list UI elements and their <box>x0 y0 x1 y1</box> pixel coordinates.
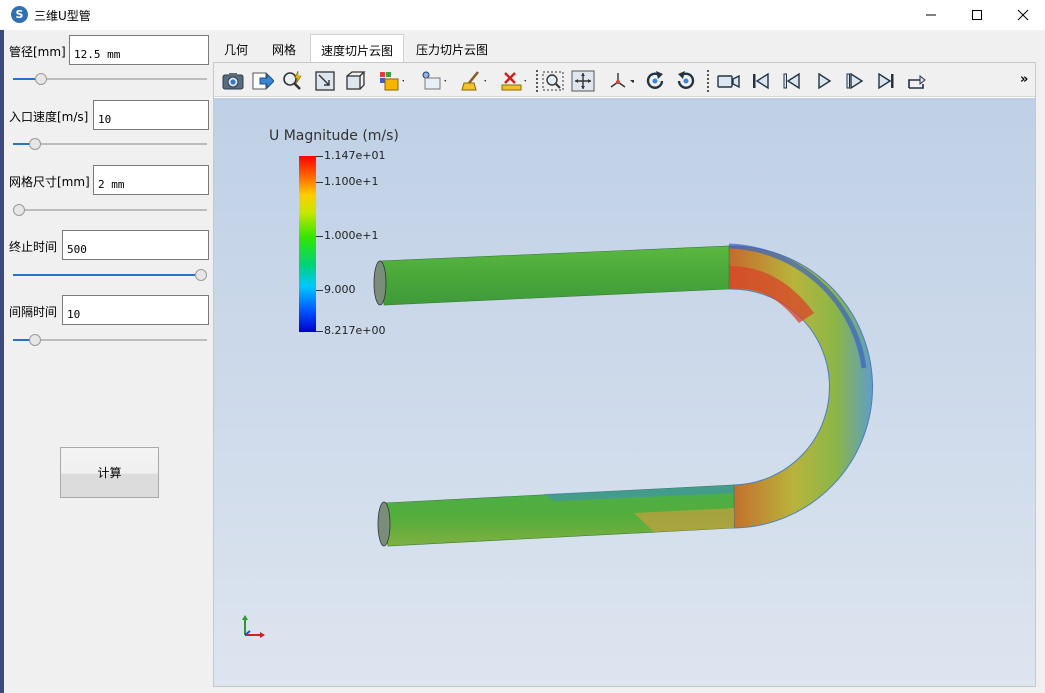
video-icon <box>717 74 740 89</box>
slice-button[interactable] <box>420 68 446 94</box>
slider-track <box>13 143 207 145</box>
slider-track <box>13 209 207 211</box>
export-icon <box>252 72 274 90</box>
recenter-icon <box>571 70 595 92</box>
previous-frame-button[interactable] <box>779 68 805 94</box>
next-frame-button[interactable] <box>842 68 868 94</box>
orientation-axes-icon <box>242 615 265 638</box>
slice-icon <box>422 71 446 90</box>
recenter-button[interactable] <box>570 68 596 94</box>
toolbar-separator <box>707 70 709 92</box>
last-frame-button[interactable] <box>873 68 899 94</box>
loop-button[interactable] <box>904 68 930 94</box>
slider-thumb[interactable] <box>13 204 25 216</box>
end-time-input[interactable] <box>62 230 209 260</box>
ruler-button[interactable] <box>500 68 526 94</box>
slider-track <box>13 339 207 341</box>
inlet-velocity-label: 入口速度[m/s] <box>9 110 89 124</box>
rotate-cw-button[interactable] <box>643 68 669 94</box>
slider-fill <box>13 274 201 276</box>
prev-frame-icon <box>783 72 800 90</box>
pick-icon <box>283 70 302 90</box>
mesh-size-slider[interactable] <box>13 203 207 217</box>
pipe-diameter-input[interactable] <box>69 35 209 65</box>
minimize-button[interactable] <box>908 0 954 30</box>
zoom-fit-icon <box>542 71 564 91</box>
mesh-size-label: 网格尺寸[mm] <box>9 175 90 189</box>
right-splitter <box>1036 62 1045 693</box>
pipe-diameter-slider[interactable] <box>13 72 207 86</box>
loop-icon <box>908 74 926 89</box>
first-frame-button[interactable] <box>748 68 774 94</box>
window-title: 三维U型管 <box>34 9 91 23</box>
camera-icon <box>222 73 244 90</box>
tab-mesh[interactable]: 网格 <box>259 34 309 62</box>
inlet-velocity-input[interactable] <box>93 100 209 130</box>
last-frame-icon <box>878 72 894 90</box>
toolbar-separator <box>536 70 538 92</box>
play-icon <box>818 72 832 90</box>
end-time-label: 终止时间 <box>9 240 58 254</box>
sweep-button[interactable] <box>460 68 486 94</box>
tab-pressure-slice[interactable]: 压力切片云图 <box>406 34 498 62</box>
3d-viewport[interactable]: U Magnitude (m/s) 1.147e+01 1.100e+1 1.0… <box>214 98 1035 686</box>
zoom-to-box-button[interactable] <box>312 68 338 94</box>
first-frame-icon <box>753 72 769 90</box>
colormap-icon <box>380 72 404 91</box>
parameter-panel: 管径[mm] 入口速度[m/s] 网格尺寸[mm] 终止时间 间隔时间 <box>4 30 214 693</box>
zoom-box-icon <box>315 71 335 91</box>
play-button[interactable] <box>811 68 837 94</box>
interval-time-slider[interactable] <box>13 333 207 347</box>
toolbar-overflow-button[interactable]: » <box>1020 72 1028 87</box>
record-video-button[interactable] <box>716 68 742 94</box>
axes-button[interactable] <box>608 68 634 94</box>
screenshot-button[interactable] <box>220 68 246 94</box>
interval-time-label: 间隔时间 <box>9 305 58 319</box>
rotate-ccw-icon <box>677 71 695 89</box>
tab-velocity-slice[interactable]: 速度切片云图 <box>310 34 404 62</box>
compute-button[interactable]: 计算 <box>60 447 159 498</box>
slider-thumb[interactable] <box>29 334 42 346</box>
minimize-icon <box>926 14 936 16</box>
pipe-diameter-label: 管径[mm] <box>9 45 66 59</box>
slider-thumb[interactable] <box>195 269 207 281</box>
end-time-slider[interactable] <box>13 268 207 282</box>
box-icon <box>346 71 366 90</box>
pipe-inlet-face <box>373 260 387 306</box>
slider-thumb[interactable] <box>34 73 47 85</box>
pipe-upper-straight <box>379 245 730 306</box>
pipe-outlet-face <box>377 501 391 547</box>
ruler-icon <box>501 72 526 91</box>
app-logo-icon: S <box>11 6 28 23</box>
close-button[interactable] <box>1000 0 1045 30</box>
close-icon <box>1017 9 1029 21</box>
tab-geometry[interactable]: 几何 <box>213 34 259 62</box>
export-button[interactable] <box>250 68 276 94</box>
pick-button[interactable] <box>280 68 306 94</box>
inlet-velocity-slider[interactable] <box>13 137 207 151</box>
viewer-toolbar: » <box>214 63 1035 97</box>
rotate-ccw-button[interactable] <box>673 68 699 94</box>
maximize-button[interactable] <box>954 0 1000 30</box>
axes-icon <box>610 73 634 88</box>
mesh-size-input[interactable] <box>93 165 209 195</box>
box-view-button[interactable] <box>342 68 368 94</box>
rotate-cw-icon <box>646 71 664 89</box>
title-bar: S 三维U型管 <box>0 0 1045 30</box>
app-window: S 三维U型管 管径[mm] 入口速度[m/s] 网格尺寸[mm] <box>0 0 1045 693</box>
zoom-fit-button[interactable] <box>540 68 566 94</box>
u-pipe-render <box>242 243 874 638</box>
slider-thumb[interactable] <box>29 138 42 150</box>
render-view: » U Magnitude (m/s) 1.147e+01 1.100e+1 1… <box>213 62 1036 687</box>
colormap-button[interactable] <box>378 68 404 94</box>
interval-time-input[interactable] <box>62 295 209 325</box>
maximize-icon <box>972 10 982 20</box>
next-frame-icon <box>846 72 864 90</box>
sweep-icon <box>461 71 486 91</box>
